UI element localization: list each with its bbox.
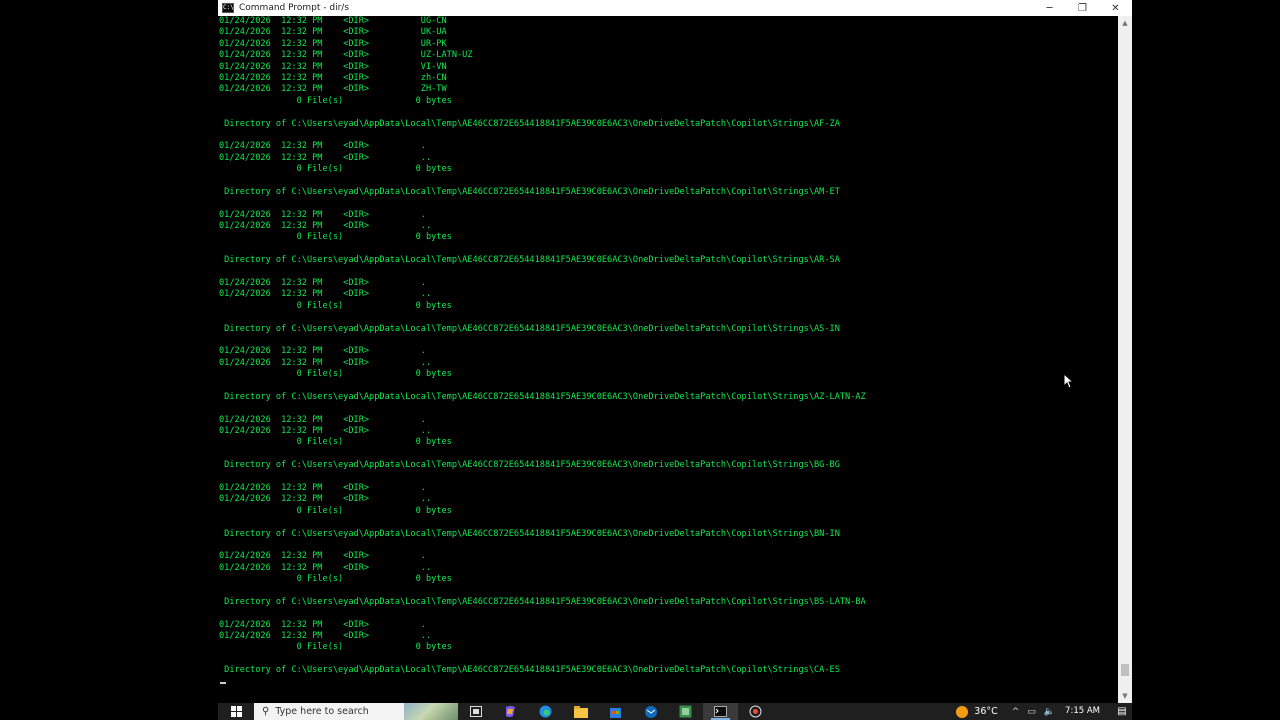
weather-temperature: 36°C	[974, 706, 998, 717]
console-line: Directory of C:\Users\eyad\AppData\Local…	[219, 323, 840, 334]
scrollbar-track[interactable]	[1118, 30, 1132, 689]
edge-icon[interactable]	[528, 703, 563, 720]
file-explorer-icon[interactable]	[563, 703, 598, 720]
system-tray: 36°C ^ ▭ 🔈 7:15 AM ▤	[956, 703, 1132, 720]
taskbar-clock[interactable]: 7:15 AM	[1065, 707, 1100, 716]
console-line: 01/24/2026 12:32 PM <DIR> UG-CN	[219, 16, 447, 26]
notification-icon[interactable]: ▤	[1112, 703, 1132, 720]
cmd-app-icon: C:\	[222, 3, 234, 13]
maximize-button[interactable]: ❐	[1066, 0, 1099, 16]
console-line: Directory of C:\Users\eyad\AppData\Local…	[219, 596, 866, 607]
console-line: 01/24/2026 12:32 PM <DIR> ..	[219, 426, 432, 437]
clock-time: 7:15 AM	[1065, 706, 1100, 716]
console-line: 01/24/2026 12:32 PM <DIR> UR-PK	[219, 38, 447, 49]
taskbar-search[interactable]: ⚲ Type here to search	[254, 703, 458, 720]
console-line: 01/24/2026 12:32 PM <DIR> ZH-TW	[219, 84, 447, 95]
console-line: 01/24/2026 12:32 PM <DIR> ..	[219, 494, 432, 505]
console-line: 0 File(s) 0 bytes	[219, 164, 452, 175]
console-line: Directory of C:\Users\eyad\AppData\Local…	[219, 460, 840, 471]
console-line: 01/24/2026 12:32 PM <DIR> ..	[219, 289, 432, 300]
console-line: 01/24/2026 12:32 PM <DIR> .	[219, 141, 426, 152]
console-line: 0 File(s) 0 bytes	[219, 369, 452, 380]
console-line: 0 File(s) 0 bytes	[219, 437, 452, 448]
title-bar[interactable]: C:\ Command Prompt - dir/s ─ ❐ ✕	[218, 0, 1132, 16]
console-line: 01/24/2026 12:32 PM <DIR> .	[219, 414, 426, 425]
console-line: 01/24/2026 12:32 PM <DIR> .	[219, 277, 426, 288]
chevron-up-icon[interactable]: ^	[1012, 707, 1020, 717]
text-cursor	[220, 682, 226, 684]
volume-icon[interactable]: 🔈	[1044, 707, 1055, 717]
console-line: Directory of C:\Users\eyad\AppData\Local…	[219, 528, 840, 539]
vertical-scrollbar[interactable]: ▲ ▼	[1118, 16, 1132, 703]
console-line: Directory of C:\Users\eyad\AppData\Local…	[219, 255, 840, 266]
console-line: 01/24/2026 12:32 PM <DIR> ..	[219, 631, 432, 642]
search-highlight-image	[404, 703, 458, 720]
window-controls: ─ ❐ ✕	[1033, 0, 1132, 16]
console-line: 0 File(s) 0 bytes	[219, 574, 452, 585]
console-line: 01/24/2026 12:32 PM <DIR> zh-CN	[219, 72, 447, 83]
window-title: Command Prompt - dir/s	[239, 3, 350, 13]
weather-widget[interactable]: 36°C	[956, 705, 998, 718]
close-button[interactable]: ✕	[1099, 0, 1132, 16]
app-icon[interactable]	[668, 703, 703, 720]
windows-logo-icon	[230, 706, 242, 717]
mail-icon[interactable]	[633, 703, 668, 720]
start-button[interactable]	[218, 703, 254, 720]
console-line: 01/24/2026 12:32 PM <DIR> VI-VN	[219, 61, 447, 72]
scrollbar-thumb[interactable]	[1121, 664, 1129, 676]
console-line: 01/24/2026 12:32 PM <DIR> UZ-LATN-UZ	[219, 50, 473, 61]
console-line: 01/24/2026 12:32 PM <DIR> ..	[219, 152, 432, 163]
console-line: 0 File(s) 0 bytes	[219, 95, 452, 106]
search-placeholder: Type here to search	[275, 706, 369, 717]
console-line: 0 File(s) 0 bytes	[219, 642, 452, 653]
taskbar: ⚲ Type here to search 36°C ^ ▭ 🔈 7:15 AM…	[218, 703, 1132, 720]
console-line: Directory of C:\Users\eyad\AppData\Local…	[219, 118, 840, 129]
console-output[interactable]: 01/24/2026 12:32 PM <DIR> UG-CN 01/24/202…	[218, 16, 1118, 703]
task-view-icon[interactable]	[458, 703, 493, 720]
recorder-icon[interactable]	[738, 703, 773, 720]
console-line: 01/24/2026 12:32 PM <DIR> .	[219, 619, 426, 630]
console-line: Directory of C:\Users\eyad\AppData\Local…	[219, 391, 866, 402]
console-line: Directory of C:\Users\eyad\AppData\Local…	[219, 186, 840, 197]
search-icon: ⚲	[262, 706, 270, 717]
console-line: Directory of C:\Users\eyad\AppData\Local…	[219, 665, 840, 676]
console-line: 01/24/2026 12:32 PM <DIR> UK-UA	[219, 27, 447, 38]
console-line: 01/24/2026 12:32 PM <DIR> .	[219, 551, 426, 562]
console-line: 01/24/2026 12:32 PM <DIR> ..	[219, 562, 432, 573]
console-line: 01/24/2026 12:32 PM <DIR> .	[219, 483, 426, 494]
scroll-down-arrow-icon[interactable]: ▼	[1118, 689, 1132, 703]
command-prompt-window: C:\ Command Prompt - dir/s ─ ❐ ✕ 01/24/2…	[218, 0, 1132, 703]
network-icon[interactable]: ▭	[1027, 707, 1036, 717]
copilot-icon[interactable]	[493, 703, 528, 720]
console-line: 01/24/2026 12:32 PM <DIR> ..	[219, 357, 432, 368]
console-line: 0 File(s) 0 bytes	[219, 300, 452, 311]
store-icon[interactable]	[598, 703, 633, 720]
console-line: 01/24/2026 12:32 PM <DIR> ..	[219, 221, 432, 232]
console-line: 0 File(s) 0 bytes	[219, 505, 452, 516]
scroll-up-arrow-icon[interactable]: ▲	[1118, 16, 1132, 30]
console-line: 0 File(s) 0 bytes	[219, 232, 452, 243]
command-prompt-icon[interactable]	[703, 703, 738, 720]
minimize-button[interactable]: ─	[1033, 0, 1066, 16]
weather-sun-icon	[956, 705, 969, 718]
console-line: 01/24/2026 12:32 PM <DIR> .	[219, 209, 426, 220]
console-line: 01/24/2026 12:32 PM <DIR> .	[219, 346, 426, 357]
